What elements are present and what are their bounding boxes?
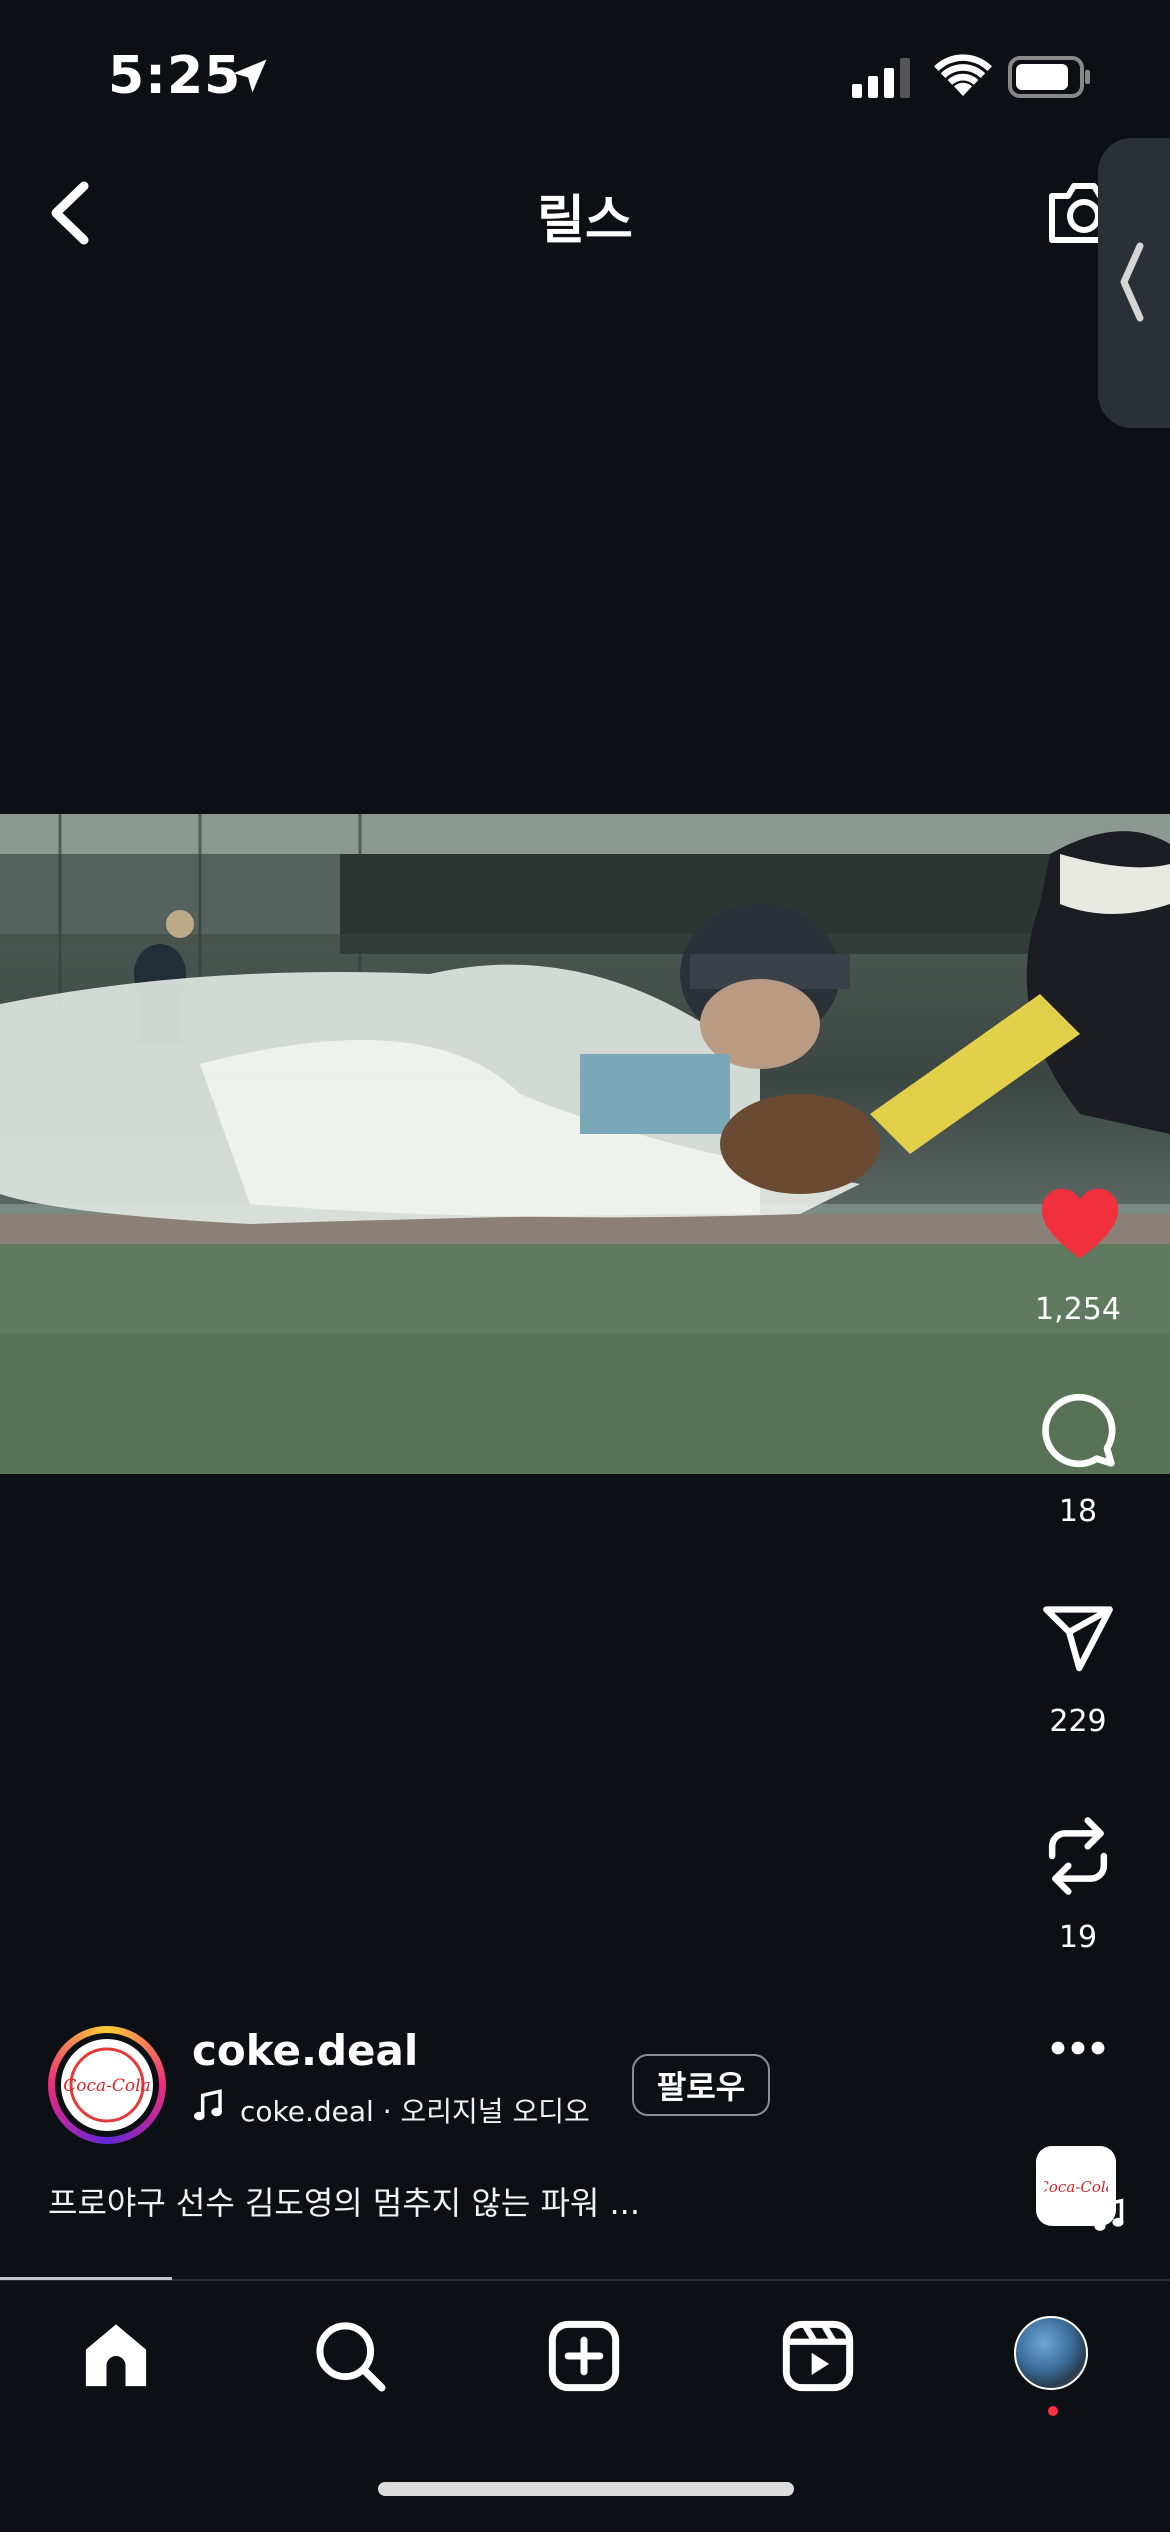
user-avatar[interactable]: Coca-Cola bbox=[48, 2026, 166, 2144]
post-caption[interactable]: 프로야구 선수 김도영의 멈추지 않는 파워 ... bbox=[48, 2178, 640, 2224]
home-indicator[interactable] bbox=[378, 2482, 794, 2496]
wifi-icon bbox=[934, 54, 992, 96]
video-progress-bar[interactable] bbox=[0, 2277, 172, 2280]
comment-icon[interactable] bbox=[1038, 1390, 1118, 1470]
audio-label: 오리지널 오디오 bbox=[400, 2095, 590, 2128]
nav-divider bbox=[0, 2279, 1170, 2281]
battery-icon bbox=[1008, 56, 1090, 98]
profile-avatar[interactable] bbox=[1014, 2316, 1088, 2390]
music-note-icon bbox=[194, 2089, 222, 2121]
heart-icon[interactable] bbox=[1038, 1186, 1122, 1262]
coca-cola-logo: Coca-Cola bbox=[63, 2047, 151, 2123]
send-icon[interactable] bbox=[1038, 1600, 1118, 1676]
status-time: 5:25 bbox=[108, 46, 242, 106]
page-title: 릴스 bbox=[537, 191, 633, 251]
username[interactable]: coke.deal bbox=[192, 2026, 418, 2075]
comment-count: 18 bbox=[1058, 1494, 1098, 1529]
side-panel-tab[interactable] bbox=[1098, 138, 1170, 428]
follow-button[interactable]: 팔로우 bbox=[632, 2054, 770, 2116]
cellular-signal-icon bbox=[852, 58, 910, 98]
reel-video[interactable] bbox=[0, 814, 1170, 1474]
remix-count: 19 bbox=[1058, 1920, 1098, 1955]
svg-text:Coca-Cola: Coca-Cola bbox=[63, 2076, 150, 2096]
more-icon[interactable] bbox=[1050, 2040, 1106, 2056]
svg-text:Coca-Cola: Coca-Cola bbox=[1044, 2178, 1108, 2196]
audio-info[interactable]: coke.deal · 오리지널 오디오 bbox=[240, 2090, 590, 2130]
remix-icon[interactable] bbox=[1038, 1814, 1118, 1898]
home-icon[interactable] bbox=[78, 2318, 154, 2394]
music-note-icon bbox=[1094, 2198, 1124, 2231]
audio-separator: · bbox=[382, 2095, 401, 2128]
location-arrow-icon bbox=[233, 59, 267, 93]
reels-icon[interactable] bbox=[780, 2318, 856, 2394]
like-count: 1,254 bbox=[1035, 1292, 1121, 1327]
search-icon[interactable] bbox=[312, 2318, 388, 2394]
share-count: 229 bbox=[1049, 1704, 1107, 1739]
video-frame-illustration bbox=[0, 814, 1170, 1474]
create-icon[interactable] bbox=[546, 2318, 622, 2394]
notification-dot bbox=[1048, 2406, 1058, 2416]
audio-user: coke.deal bbox=[240, 2095, 374, 2128]
chevron-left-icon bbox=[1120, 242, 1144, 322]
